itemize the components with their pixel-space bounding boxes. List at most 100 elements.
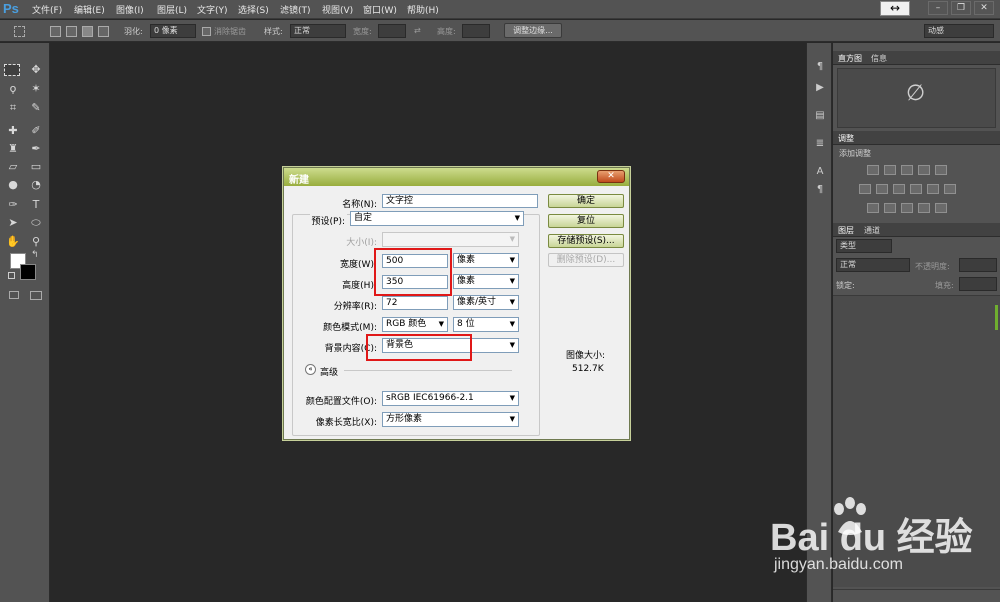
collapse-advanced-icon[interactable]: « [305, 364, 316, 375]
photo-filter-icon[interactable] [910, 184, 922, 194]
gradient-tool-icon[interactable]: ▭ [27, 159, 45, 175]
gradient-map-icon[interactable] [918, 203, 930, 213]
brightness-icon[interactable] [867, 165, 879, 175]
name-input[interactable]: 文字控 [382, 194, 538, 208]
swap-icon[interactable]: ⇄ [414, 26, 421, 35]
restore-button[interactable]: ❐ [951, 1, 971, 15]
default-colors-icon[interactable] [8, 272, 15, 279]
new-selection-icon[interactable] [50, 26, 61, 37]
opacity-input[interactable] [959, 258, 997, 272]
save-preset-button[interactable]: 存储预设(S)... [548, 234, 624, 248]
move-tool-icon[interactable]: ✥ [27, 62, 45, 78]
chevron-down-icon: ▼ [509, 320, 515, 328]
hand-tool-icon[interactable]: ✋ [4, 234, 22, 250]
history-brush-tool-icon[interactable]: ✒ [27, 141, 45, 157]
menu-select[interactable]: 选择(S) [238, 3, 269, 16]
menu-view[interactable]: 视图(V) [322, 3, 353, 16]
menu-image[interactable]: 图像(I) [116, 3, 144, 16]
properties-panel-icon[interactable]: ▤ [813, 110, 827, 124]
intersect-selection-icon[interactable] [98, 26, 109, 37]
menu-filter[interactable]: 滤镜(T) [280, 3, 311, 16]
antialias-checkbox[interactable] [202, 27, 211, 36]
layers-footer [833, 589, 1000, 602]
tab-adjustments[interactable]: 调整 [838, 133, 854, 144]
screen-mode-icon[interactable] [30, 291, 42, 300]
layer-comps-panel-icon[interactable]: ≣ [813, 138, 827, 152]
feather-input[interactable]: 0 像素 [150, 24, 196, 38]
menu-layer[interactable]: 图层(L) [157, 3, 187, 16]
channel-mixer-icon[interactable] [927, 184, 939, 194]
blur-tool-icon[interactable]: ● [4, 177, 22, 193]
dialog-close-button[interactable]: ✕ [597, 170, 625, 183]
reset-button[interactable]: 复位 [548, 214, 624, 228]
width-unit-select[interactable]: 像素 ▼ [453, 253, 519, 268]
menu-type[interactable]: 文字(Y) [197, 3, 228, 16]
workspace-select[interactable]: 动感 [924, 24, 994, 38]
type-tool-icon[interactable]: T [27, 197, 45, 213]
crop-tool-icon[interactable]: ⌗ [4, 100, 22, 116]
resolution-input[interactable]: 72 [382, 296, 448, 310]
height-input[interactable] [462, 24, 490, 38]
lasso-tool-icon[interactable]: ϙ [4, 81, 22, 97]
path-selection-tool-icon[interactable]: ➤ [4, 215, 22, 231]
resolution-unit-select[interactable]: 像素/英寸 ▼ [453, 295, 519, 310]
selective-color-icon[interactable] [935, 203, 947, 213]
tab-histogram[interactable]: 直方图 [838, 53, 862, 64]
width-input[interactable] [378, 24, 406, 38]
refine-edge-button[interactable]: 调整边缘... [504, 23, 562, 38]
menu-help[interactable]: 帮助(H) [407, 3, 439, 16]
ok-button[interactable]: 确定 [548, 194, 624, 208]
bit-depth-select[interactable]: 8 位 ▼ [453, 317, 519, 332]
swap-colors-icon[interactable]: ↰ [31, 250, 39, 260]
curves-icon[interactable] [901, 165, 913, 175]
hue-saturation-icon[interactable] [859, 184, 871, 194]
character-panel-icon[interactable]: A [813, 166, 827, 180]
rectangular-marquee-tool-icon[interactable] [4, 64, 20, 76]
eyedropper-tool-icon[interactable]: ✎ [27, 100, 45, 116]
tab-channels[interactable]: 通道 [864, 225, 880, 236]
clone-stamp-tool-icon[interactable]: ♜ [4, 141, 22, 157]
color-mode-select[interactable]: RGB 颜色 ▼ [382, 317, 448, 332]
menu-file[interactable]: 文件(F) [32, 3, 62, 16]
magic-wand-tool-icon[interactable]: ✶ [27, 81, 45, 97]
tab-info[interactable]: 信息 [871, 53, 887, 64]
minimize-button[interactable]: – [928, 1, 948, 15]
actions-panel-icon[interactable]: ▶ [813, 82, 827, 96]
subtract-selection-icon[interactable] [82, 26, 93, 37]
menu-edit[interactable]: 编辑(E) [74, 3, 105, 16]
blend-mode-select[interactable]: 正常 [836, 258, 910, 272]
zoom-tool-icon[interactable]: ⚲ [27, 234, 45, 250]
dodge-tool-icon[interactable]: ◔ [27, 177, 45, 193]
ellipse-tool-icon[interactable]: ⬭ [27, 215, 45, 231]
color-lookup-icon[interactable] [944, 184, 956, 194]
color-balance-icon[interactable] [876, 184, 888, 194]
chevron-down-icon: ▼ [438, 320, 444, 328]
profile-select[interactable]: sRGB IEC61966-2.1 ▼ [382, 391, 519, 406]
exposure-icon[interactable] [918, 165, 930, 175]
brush-tool-icon[interactable]: ✐ [27, 123, 45, 139]
healing-brush-tool-icon[interactable]: ✚ [4, 123, 22, 139]
layer-filter-select[interactable]: 类型 [836, 239, 892, 253]
height-unit-select[interactable]: 像素 ▼ [453, 274, 519, 289]
threshold-icon[interactable] [901, 203, 913, 213]
history-panel-icon[interactable]: ¶ [813, 61, 827, 75]
quick-mask-icon[interactable] [9, 291, 19, 299]
tab-layers[interactable]: 图层 [838, 225, 854, 236]
eraser-tool-icon[interactable]: ▱ [4, 159, 22, 175]
paragraph-panel-icon[interactable]: ¶ [813, 184, 827, 198]
menu-window[interactable]: 窗口(W) [363, 3, 397, 16]
levels-icon[interactable] [884, 165, 896, 175]
invert-icon[interactable] [867, 203, 879, 213]
background-color-swatch[interactable] [20, 264, 36, 280]
close-window-button[interactable]: ✕ [974, 1, 994, 15]
preset-select[interactable]: 自定 ▼ [350, 211, 524, 226]
black-white-icon[interactable] [893, 184, 905, 194]
fill-input[interactable] [959, 277, 997, 291]
style-select[interactable]: 正常 [290, 24, 346, 38]
pen-tool-icon[interactable]: ✑ [4, 197, 22, 213]
aspect-select[interactable]: 方形像素 ▼ [382, 412, 519, 427]
add-selection-icon[interactable] [66, 26, 77, 37]
posterize-icon[interactable] [884, 203, 896, 213]
marquee-tool-preset-icon[interactable] [14, 26, 25, 37]
vibrance-icon[interactable] [935, 165, 947, 175]
